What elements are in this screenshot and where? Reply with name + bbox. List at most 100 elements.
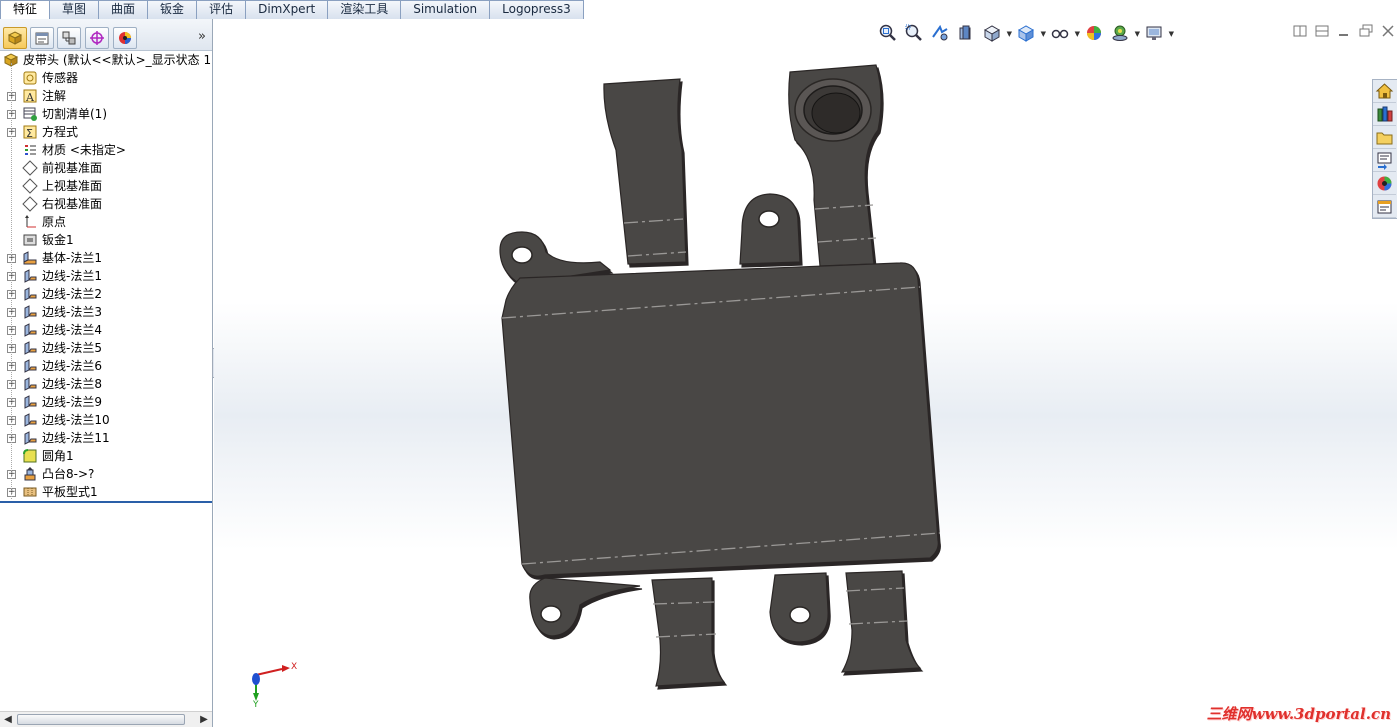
tree-item[interactable]: + 边线-法兰10 (0, 411, 212, 429)
tree-item[interactable]: + 边线-法兰6 (0, 357, 212, 375)
appearances-tab[interactable] (1373, 172, 1396, 195)
watermark: 三维网www.3dportal.cn (1206, 705, 1391, 723)
scroll-left-icon[interactable]: ◀ (0, 712, 16, 727)
flat-pattern-icon (23, 487, 37, 497)
sheet-metal-icon (23, 234, 37, 246)
restore-icon (1359, 24, 1373, 37)
edit-appearance-button[interactable] (1084, 23, 1106, 43)
bottom-left-strap (651, 577, 726, 687)
tab-2[interactable]: 曲面 (98, 0, 149, 19)
sheet-metal-part[interactable] (214, 19, 1397, 727)
tree-item[interactable]: 原点 (0, 213, 212, 231)
edge-flange-icon (24, 359, 37, 373)
tree-item[interactable]: + 边线-法兰9 (0, 393, 212, 411)
tree-root-part[interactable]: 皮带头 (默认<<默认>_显示状态 1 (0, 51, 212, 69)
tree-item[interactable]: + 边线-法兰11 (0, 429, 212, 447)
zoom-to-fit-button[interactable] (878, 23, 900, 43)
solidworks-resources-tab[interactable] (1373, 80, 1396, 103)
edge-flange-icon (24, 395, 37, 409)
tree-item-label: 上视基准面 (42, 179, 103, 193)
scrollbar-thumb[interactable] (17, 714, 185, 725)
custom-properties-tab[interactable] (1373, 195, 1396, 218)
section-view-button[interactable] (956, 23, 978, 43)
tree-item[interactable]: + 边线-法兰5 (0, 339, 212, 357)
dimxpert-manager-tab[interactable] (85, 27, 109, 49)
feature-manager-tab[interactable] (3, 27, 27, 49)
view-orientation-button[interactable]: ▼ (982, 23, 1012, 43)
tree-item[interactable]: + Σ 方程式 (0, 123, 212, 141)
tree-item[interactable]: + 边线-法兰3 (0, 303, 212, 321)
previous-view-button[interactable] (930, 23, 952, 43)
edge-flange-icon (24, 287, 37, 301)
equation-icon: Σ (23, 125, 37, 140)
tile-horizontal-button[interactable] (1291, 23, 1309, 39)
tab-1[interactable]: 草图 (49, 0, 100, 19)
tree-item-label: 圆角1 (42, 449, 74, 463)
tree-item[interactable]: + 边线-法兰8 (0, 375, 212, 393)
tab-6[interactable]: 渲染工具 (327, 0, 402, 19)
bottom-right-strap (840, 570, 922, 673)
view-palette-tab[interactable] (1373, 149, 1396, 172)
tree-item[interactable]: + 平板型式1 (0, 483, 212, 501)
expand-panel-button[interactable]: » (198, 29, 206, 44)
property-manager-tab[interactable] (30, 27, 54, 49)
tree-item[interactable]: + 凸台8->? (0, 465, 212, 483)
configuration-manager-tab[interactable] (57, 27, 81, 49)
tab-7[interactable]: Simulation (400, 0, 491, 19)
triad-x-label: X (291, 662, 297, 672)
minimize-button[interactable] (1335, 23, 1353, 39)
zoom-to-area-button[interactable] (904, 23, 926, 43)
tree-item[interactable]: + 边线-法兰1 (0, 267, 212, 285)
property-manager-icon (35, 32, 49, 45)
display-manager-icon (119, 32, 131, 44)
tree-item-label: 平板型式1 (42, 485, 98, 499)
tree-item[interactable]: + A 注解 (0, 87, 212, 105)
display-style-button[interactable]: ▼ (1016, 23, 1046, 43)
tree-item-label: 边线-法兰10 (42, 413, 110, 427)
tile-horizontal-icon (1293, 25, 1307, 37)
tree-item[interactable]: 材质 <未指定> (0, 141, 212, 159)
tile-vertical-button[interactable] (1313, 23, 1331, 39)
view-settings-button[interactable]: ▼ (1144, 23, 1174, 43)
hide-show-items-button[interactable]: ▼ (1050, 23, 1080, 43)
tree-item[interactable]: 上视基准面 (0, 177, 212, 195)
tree-item[interactable]: 圆角1 (0, 447, 212, 465)
tree-item[interactable]: 钣金1 (0, 231, 212, 249)
edge-flange-icon (24, 431, 37, 445)
scroll-right-icon[interactable]: ▶ (196, 712, 212, 727)
close-button[interactable] (1379, 23, 1397, 39)
design-library-tab[interactable] (1373, 103, 1396, 126)
tree-item[interactable]: + 基体-法兰1 (0, 249, 212, 267)
edge-flange-icon (24, 413, 37, 427)
tab-8[interactable]: Logopress3 (489, 0, 584, 19)
horizontal-scrollbar[interactable]: ◀ ▶ (0, 711, 212, 727)
edge-flange-icon (24, 305, 37, 319)
tree-item[interactable]: + 边线-法兰4 (0, 321, 212, 339)
hole-bottom-left (540, 605, 562, 623)
tree-item-label: 钣金1 (42, 233, 74, 247)
graphics-area[interactable]: ▼ ▼ ▼ ▼ ▼ X Y 三维网www.3dportal.cn (214, 19, 1397, 727)
tree-item-label: 传感器 (42, 71, 79, 85)
tree-item[interactable]: 传感器 (0, 69, 212, 87)
zoom-to-fit-icon (879, 24, 896, 41)
hole-bottom-middle (789, 606, 811, 624)
display-manager-tab[interactable] (113, 27, 137, 49)
edge-flange-icon (24, 341, 37, 355)
tree-item-label: 边线-法兰2 (42, 287, 102, 301)
tree-item-label: 前视基准面 (42, 161, 103, 175)
tab-5[interactable]: DimXpert (245, 0, 329, 19)
material-icon (25, 145, 36, 155)
svg-text:A: A (25, 91, 35, 104)
tab-0[interactable]: 特征 (0, 0, 51, 19)
tab-4[interactable]: 评估 (196, 0, 247, 19)
apply-scene-button[interactable]: ▼ (1110, 23, 1140, 43)
file-explorer-tab[interactable] (1373, 126, 1396, 149)
section-view-icon (959, 25, 971, 40)
tree-item[interactable]: 前视基准面 (0, 159, 212, 177)
restore-button[interactable] (1357, 23, 1375, 39)
tree-item[interactable]: 右视基准面 (0, 195, 212, 213)
tree-item[interactable]: + 切割清单(1) (0, 105, 212, 123)
tree-item[interactable]: + 边线-法兰2 (0, 285, 212, 303)
main-body (501, 262, 939, 577)
tab-3[interactable]: 钣金 (147, 0, 198, 19)
